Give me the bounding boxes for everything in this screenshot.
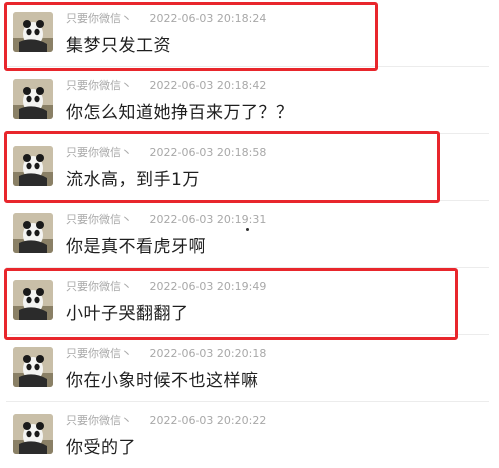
avatar[interactable] <box>13 213 53 253</box>
sender-name[interactable]: 只要你微信丶 <box>66 211 132 227</box>
message-text: 你怎么知道她挣百来万了？？ <box>66 103 294 123</box>
highlight-box <box>4 268 458 340</box>
sender-name[interactable]: 只要你微信丶 <box>66 345 132 361</box>
message-text: 你受的了 <box>66 438 136 458</box>
message-text: 你在小象时候不也这样嘛 <box>66 371 259 391</box>
highlight-box <box>4 2 378 71</box>
sender-name[interactable]: 只要你微信丶 <box>66 412 132 428</box>
message-text: 你是真不看虎牙啊 <box>66 237 206 257</box>
message-meta: 只要你微信丶 2022-06-03 20:20:18 <box>66 345 266 361</box>
avatar[interactable] <box>13 79 53 119</box>
message-meta: 只要你微信丶 2022-06-03 20:18:42 <box>66 77 266 93</box>
message-meta: 只要你微信丶 2022-06-03 20:19:31 <box>66 211 266 227</box>
sender-name[interactable]: 只要你微信丶 <box>66 77 132 93</box>
timestamp: 2022-06-03 20:20:22 <box>149 414 267 427</box>
timestamp: 2022-06-03 20:19:31 <box>149 213 267 226</box>
timestamp: 2022-06-03 20:20:18 <box>149 347 267 360</box>
timestamp: 2022-06-03 20:18:42 <box>149 79 267 92</box>
message-item: 只要你微信丶 2022-06-03 20:20:22 你受的了 <box>0 402 499 468</box>
avatar[interactable] <box>13 414 53 454</box>
message-meta: 只要你微信丶 2022-06-03 20:20:22 <box>66 412 266 428</box>
stray-dot <box>246 228 249 231</box>
message-item: 只要你微信丶 2022-06-03 20:18:42 你怎么知道她挣百来万了？？ <box>0 67 499 134</box>
message-item: 只要你微信丶 2022-06-03 20:19:31 你是真不看虎牙啊 <box>0 201 499 268</box>
avatar[interactable] <box>13 347 53 387</box>
highlight-box <box>4 131 440 203</box>
message-item: 只要你微信丶 2022-06-03 20:20:18 你在小象时候不也这样嘛 <box>0 335 499 402</box>
